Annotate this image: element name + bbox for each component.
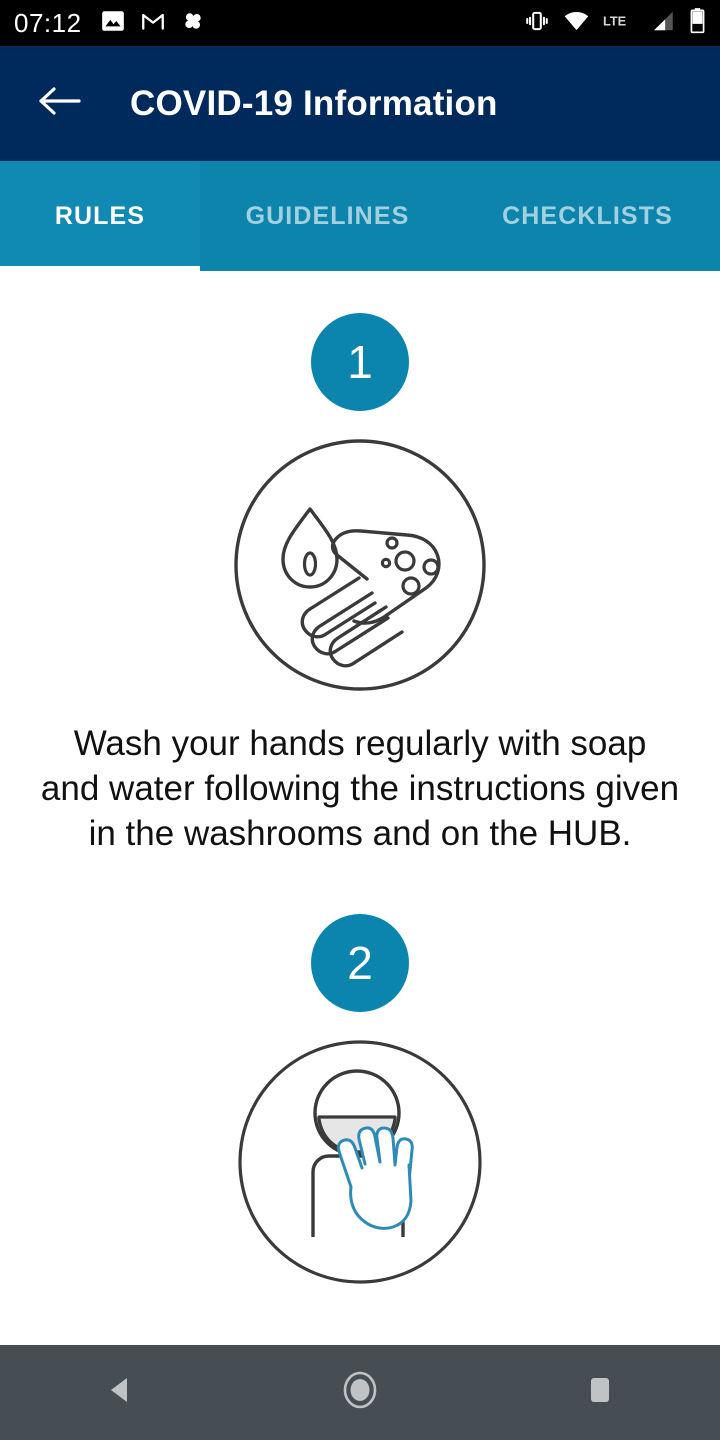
rule-item: 2 — [0, 856, 720, 1292]
handwashing-icon — [231, 436, 489, 699]
status-notification-icons — [100, 8, 206, 39]
rule-description: Wash your hands regularly with soap and … — [40, 724, 680, 853]
wifi-icon — [563, 7, 590, 39]
nav-back-button[interactable] — [65, 1345, 175, 1440]
rule-number-label: 2 — [347, 937, 373, 989]
android-nav-bar — [0, 1345, 720, 1440]
app-screen: 07:12 LTE COVID-19 Information RULES GUI… — [0, 0, 720, 1440]
page-title: COVID-19 Information — [130, 83, 498, 123]
rule-number-badge: 2 — [311, 914, 409, 1012]
pinwheel-icon — [180, 8, 206, 39]
home-circle-icon — [338, 1368, 382, 1417]
battery-icon — [689, 7, 706, 39]
signal-icon — [650, 8, 676, 39]
tab-checklists-label: CHECKLISTS — [502, 201, 673, 230]
photos-icon — [100, 8, 126, 39]
rule-number-label: 1 — [347, 336, 373, 388]
svg-text:LTE: LTE — [603, 13, 626, 28]
tab-guidelines[interactable]: GUIDELINES — [200, 161, 455, 271]
rule-number-badge: 1 — [311, 313, 409, 411]
rule-item: 1 Wash your hands regularly with soap an… — [0, 271, 720, 856]
tab-checklists[interactable]: CHECKLISTS — [455, 161, 720, 271]
do-not-touch-face-icon — [235, 1037, 485, 1292]
rules-list[interactable]: 1 Wash your hands regularly with soap an… — [0, 271, 720, 1345]
recents-square-icon — [584, 1374, 616, 1411]
nav-recents-button[interactable] — [545, 1345, 655, 1440]
nav-home-button[interactable] — [305, 1345, 415, 1440]
tab-rules[interactable]: RULES — [0, 161, 200, 271]
back-arrow-icon — [37, 84, 81, 123]
tab-guidelines-label: GUIDELINES — [245, 201, 410, 230]
tab-bar: RULES GUIDELINES CHECKLISTS — [0, 161, 720, 278]
status-system-icons: LTE — [524, 7, 706, 39]
status-bar: 07:12 LTE — [0, 0, 720, 46]
tab-rules-label: RULES — [54, 201, 146, 230]
back-triangle-icon — [103, 1373, 137, 1412]
back-button[interactable] — [34, 79, 84, 129]
gmail-icon — [140, 8, 166, 39]
app-bar: COVID-19 Information — [0, 46, 720, 161]
lte-icon: LTE — [603, 11, 637, 36]
vibrate-icon — [524, 8, 550, 39]
status-clock: 07:12 — [14, 8, 82, 38]
